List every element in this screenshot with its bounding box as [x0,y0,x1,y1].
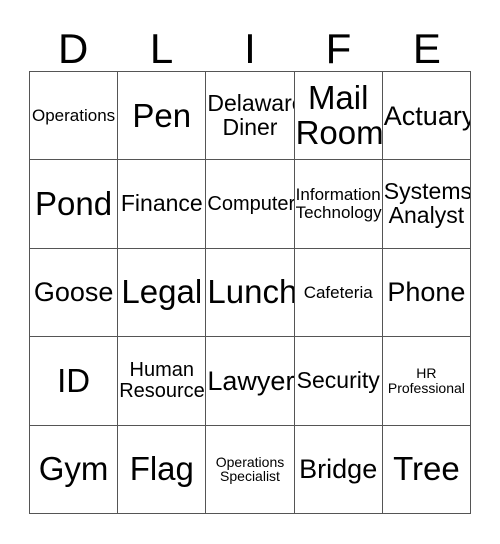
bingo-cell-r3c3[interactable]: Lunch [206,248,295,338]
bingo-cell-r4c2[interactable]: Human Resources [118,337,207,426]
bingo-cell-label: Operations Specialist [215,453,285,485]
bingo-cell-label: Actuary [383,100,471,131]
bingo-cell-label: Mail Room [295,79,383,151]
bingo-cell-label: Delaware Diner [207,89,293,140]
bingo-cell-label: Pen [132,96,192,134]
bingo-cell-label: Human Resources [119,359,207,402]
bingo-cell-r2c5[interactable]: Systems Analyst [382,160,471,249]
bingo-cell-r4c1[interactable]: ID [30,337,119,426]
bingo-cell-label: Cafeteria [303,282,373,302]
bingo-cell-r2c4[interactable]: Information Technology [294,160,383,249]
bingo-cell-r4c3[interactable]: Lawyer [206,337,295,426]
bingo-cell-label: Information Technology [295,185,382,223]
bingo-cell-label: ID [57,361,91,399]
bingo-cell-r3c5[interactable]: Phone [382,248,471,338]
bingo-cell-label: Lawyer [207,365,295,396]
bingo-cell-label: Systems Analyst [383,178,471,229]
bingo-cell-label: Computer [207,192,295,215]
bingo-cell-label: Phone [387,277,466,308]
bingo-header-letter-5: E [412,25,441,72]
bingo-cell-r1c2[interactable]: Pen [118,72,207,161]
bingo-cell-r2c2[interactable]: Finance [118,160,207,249]
bingo-cell-r5c2[interactable]: Flag [118,425,207,514]
bingo-cell-label: Lunch [207,273,295,311]
bingo-cell-label: Pond [35,184,113,222]
bingo-cell-r4c5[interactable]: HR Professional [382,337,471,426]
bingo-cell-r5c4[interactable]: Bridge [294,425,383,514]
bingo-cell-r3c2[interactable]: Legal [118,248,207,338]
bingo-cell-r3c1[interactable]: Goose [30,248,119,338]
bingo-cell-label: Flag [129,450,194,488]
bingo-cell-label: Gym [38,450,109,488]
bingo-cell-r5c3[interactable]: Operations Specialist [206,425,295,514]
bingo-cell-label: Tree [393,450,460,488]
bingo-cell-label: Bridge [299,454,378,485]
bingo-grid: Operations Pen Delaware Diner Mail Room … [29,71,471,514]
bingo-cell-label: Finance [120,190,203,217]
bingo-cell-label: Legal [121,273,203,311]
bingo-header-letter-3: I [244,25,256,72]
bingo-cell-label: Security [296,366,380,393]
bingo-cell-r2c1[interactable]: Pond [30,160,119,249]
bingo-card: D L I F E Operations Pen Delaware Diner … [0,0,500,544]
bingo-header-row: D L I F E [29,18,471,71]
bingo-cell-r5c1[interactable]: Gym [30,425,119,514]
bingo-cell-label: Goose [33,277,114,308]
bingo-cell-r1c1[interactable]: Operations [30,72,119,161]
bingo-header-letter-2: L [149,25,174,72]
bingo-header-letter-4: F [325,25,352,72]
bingo-cell-r3c4[interactable]: Cafeteria [294,248,383,338]
bingo-cell-r1c3[interactable]: Delaware Diner [206,72,295,161]
bingo-cell-label: Operations [32,105,116,125]
bingo-cell-r4c4[interactable]: Security [294,337,383,426]
bingo-cell-r2c3[interactable]: Computer [206,160,295,249]
bingo-cell-label: HR Professional [387,365,465,396]
bingo-cell-r1c5[interactable]: Actuary [382,72,471,161]
bingo-cell-r1c4[interactable]: Mail Room [294,72,383,161]
bingo-header-letter-1: D [58,25,89,72]
bingo-cell-r5c5[interactable]: Tree [382,425,471,514]
